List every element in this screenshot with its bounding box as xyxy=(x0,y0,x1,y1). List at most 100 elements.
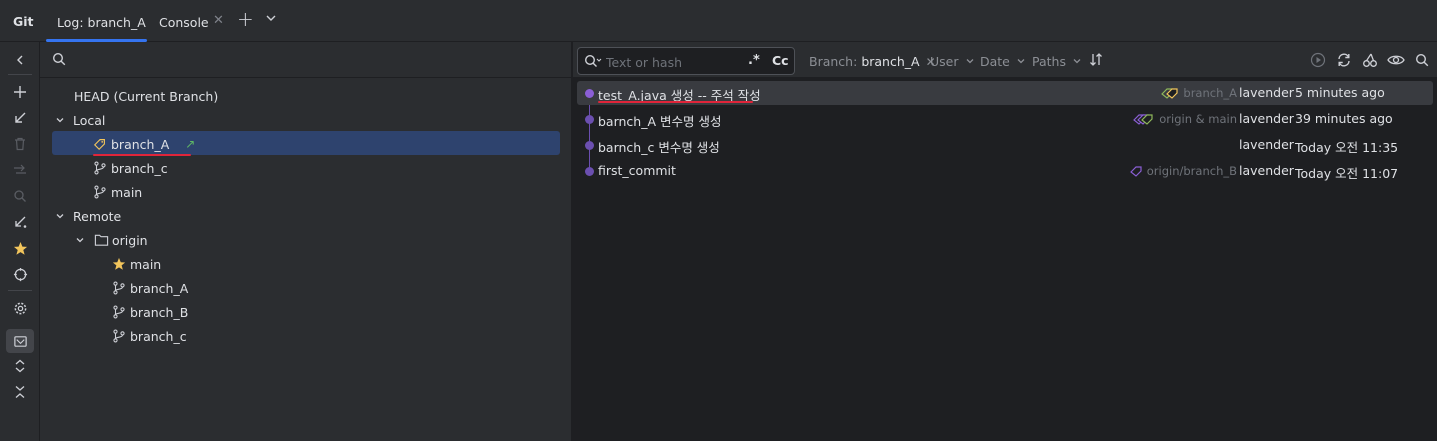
search-icon[interactable] xyxy=(1413,51,1431,69)
branch-label: branch_A xyxy=(130,280,189,296)
text-or-hash-input[interactable] xyxy=(606,52,736,72)
commit-date: Today 오전 11:35 xyxy=(1295,140,1399,155)
tool-window-title: Git xyxy=(13,14,34,29)
branch-label: main xyxy=(130,256,162,272)
head-label: HEAD (Current Branch) xyxy=(74,88,219,104)
close-tab-icon[interactable]: ✕ xyxy=(213,13,224,28)
branch-item-branch_A[interactable]: branch_A ↗ xyxy=(92,133,195,155)
local-label: Local xyxy=(73,112,106,128)
tag-icon xyxy=(92,136,108,152)
star-icon[interactable] xyxy=(10,238,30,258)
remote-branch-branch_A[interactable]: branch_A xyxy=(111,277,188,299)
add-tab-icon[interactable]: + xyxy=(237,9,254,29)
delete-icon[interactable] xyxy=(10,134,30,154)
update-icon[interactable] xyxy=(10,108,30,128)
origin-label: origin xyxy=(112,232,148,248)
search-icon xyxy=(52,52,66,69)
chevron-down-icon xyxy=(1016,54,1026,69)
compare-icon[interactable] xyxy=(10,160,30,180)
branch-icon xyxy=(111,280,127,296)
commit-author: lavender xyxy=(1239,163,1294,178)
commit-refs: origin/branch_B xyxy=(1129,164,1237,178)
match-case-toggle[interactable]: Cc xyxy=(772,53,789,68)
branch-label: branch_A xyxy=(111,136,170,152)
left-toolbar xyxy=(0,42,40,441)
cherry-pick-icon[interactable] xyxy=(1361,51,1379,69)
chevron-down-icon xyxy=(965,54,975,69)
branch-label: branch_c xyxy=(130,328,187,344)
tree-item-head[interactable]: HEAD (Current Branch) xyxy=(74,85,218,107)
remote-branch-branch_c[interactable]: branch_c xyxy=(111,325,187,347)
group-by-directory-icon[interactable] xyxy=(10,331,30,351)
remote-branch-branch_B[interactable]: branch_B xyxy=(111,301,188,323)
branch-filter-label: Branch: xyxy=(809,54,858,69)
branch-icon xyxy=(111,328,127,344)
regex-toggle[interactable]: .* xyxy=(748,53,760,68)
remote-label: Remote xyxy=(73,208,122,224)
branch-filter-value: branch_A xyxy=(861,54,920,69)
log-filter-toolbar: .* Cc Branch: branch_A ✕ User Date Paths xyxy=(573,42,1437,78)
user-filter[interactable]: User xyxy=(930,54,975,69)
fetch-icon[interactable] xyxy=(10,212,30,232)
tab-console[interactable]: Console xyxy=(159,0,209,42)
paths-filter-label: Paths xyxy=(1032,54,1066,69)
commit-row[interactable]: barnch_A 변수명 생성 origin & main lavender 3… xyxy=(577,107,1433,131)
gear-icon[interactable] xyxy=(10,298,30,318)
chevron-down-icon[interactable] xyxy=(53,115,67,125)
commit-node xyxy=(585,89,594,98)
text-filter[interactable]: .* Cc xyxy=(577,47,795,75)
annotation-underline xyxy=(598,101,753,103)
commit-node xyxy=(585,115,594,124)
tab-log[interactable]: Log: branch_A xyxy=(46,0,147,42)
tag-icon xyxy=(1161,87,1179,99)
search-history-icon[interactable] xyxy=(584,54,602,71)
refresh-icon[interactable] xyxy=(1335,51,1353,69)
commit-author: lavender xyxy=(1239,137,1294,152)
tag-icon xyxy=(1129,165,1143,177)
commit-message: first_commit xyxy=(598,163,676,178)
chevron-down-icon[interactable] xyxy=(53,211,67,221)
tab-console-label: Console xyxy=(159,15,209,30)
tag-icon xyxy=(1133,113,1155,125)
branch-icon xyxy=(92,184,108,200)
expand-all-icon[interactable] xyxy=(10,356,30,376)
tree-node-local[interactable]: Local xyxy=(53,109,105,131)
commit-message: barnch_c 변수명 생성 xyxy=(598,140,720,155)
paths-filter[interactable]: Paths xyxy=(1032,54,1082,69)
tree-node-origin[interactable]: origin xyxy=(73,229,148,251)
commit-date: Today 오전 11:07 xyxy=(1295,166,1399,181)
sort-icon[interactable] xyxy=(1088,51,1106,69)
commit-author: lavender xyxy=(1239,111,1294,126)
navigate-icon[interactable] xyxy=(10,264,30,284)
commit-row[interactable]: barnch_c 변수명 생성 lavender Today 오전 11:35 xyxy=(577,133,1433,157)
branch-filter[interactable]: Branch: branch_A ✕ xyxy=(809,54,936,69)
commit-refs: origin & main xyxy=(1133,112,1237,126)
commit-message: barnch_A 변수명 생성 xyxy=(598,114,722,129)
branch-icon xyxy=(111,304,127,320)
chevron-down-icon[interactable] xyxy=(265,12,277,27)
branch-item-main[interactable]: main xyxy=(92,181,142,203)
commit-row[interactable]: first_commit origin/branch_B lavender To… xyxy=(577,159,1433,183)
new-branch-icon[interactable] xyxy=(10,82,30,102)
eye-icon[interactable] xyxy=(1387,51,1405,69)
collapse-panel-icon[interactable] xyxy=(10,50,30,70)
commit-date: 39 minutes ago xyxy=(1295,111,1393,126)
star-icon xyxy=(111,256,127,272)
branch-search[interactable] xyxy=(40,42,572,78)
date-filter[interactable]: Date xyxy=(980,54,1026,69)
tool-window-header: Git Log: branch_A Console ✕ + xyxy=(0,0,1437,42)
remote-branch-main[interactable]: main xyxy=(111,253,161,275)
date-filter-label: Date xyxy=(980,54,1010,69)
branch-item-branch_c[interactable]: branch_c xyxy=(92,157,168,179)
collapse-all-icon[interactable] xyxy=(10,382,30,402)
commit-ref-label: branch_A xyxy=(1183,86,1237,100)
folder-icon xyxy=(93,232,109,248)
branch-label: main xyxy=(111,184,143,200)
play-icon[interactable] xyxy=(1309,51,1327,69)
commit-node xyxy=(585,167,594,176)
search-icon[interactable] xyxy=(10,186,30,206)
tree-node-remote[interactable]: Remote xyxy=(53,205,121,227)
chevron-down-icon[interactable] xyxy=(73,235,87,245)
branch-label: branch_B xyxy=(130,304,189,320)
commit-node xyxy=(585,141,594,150)
